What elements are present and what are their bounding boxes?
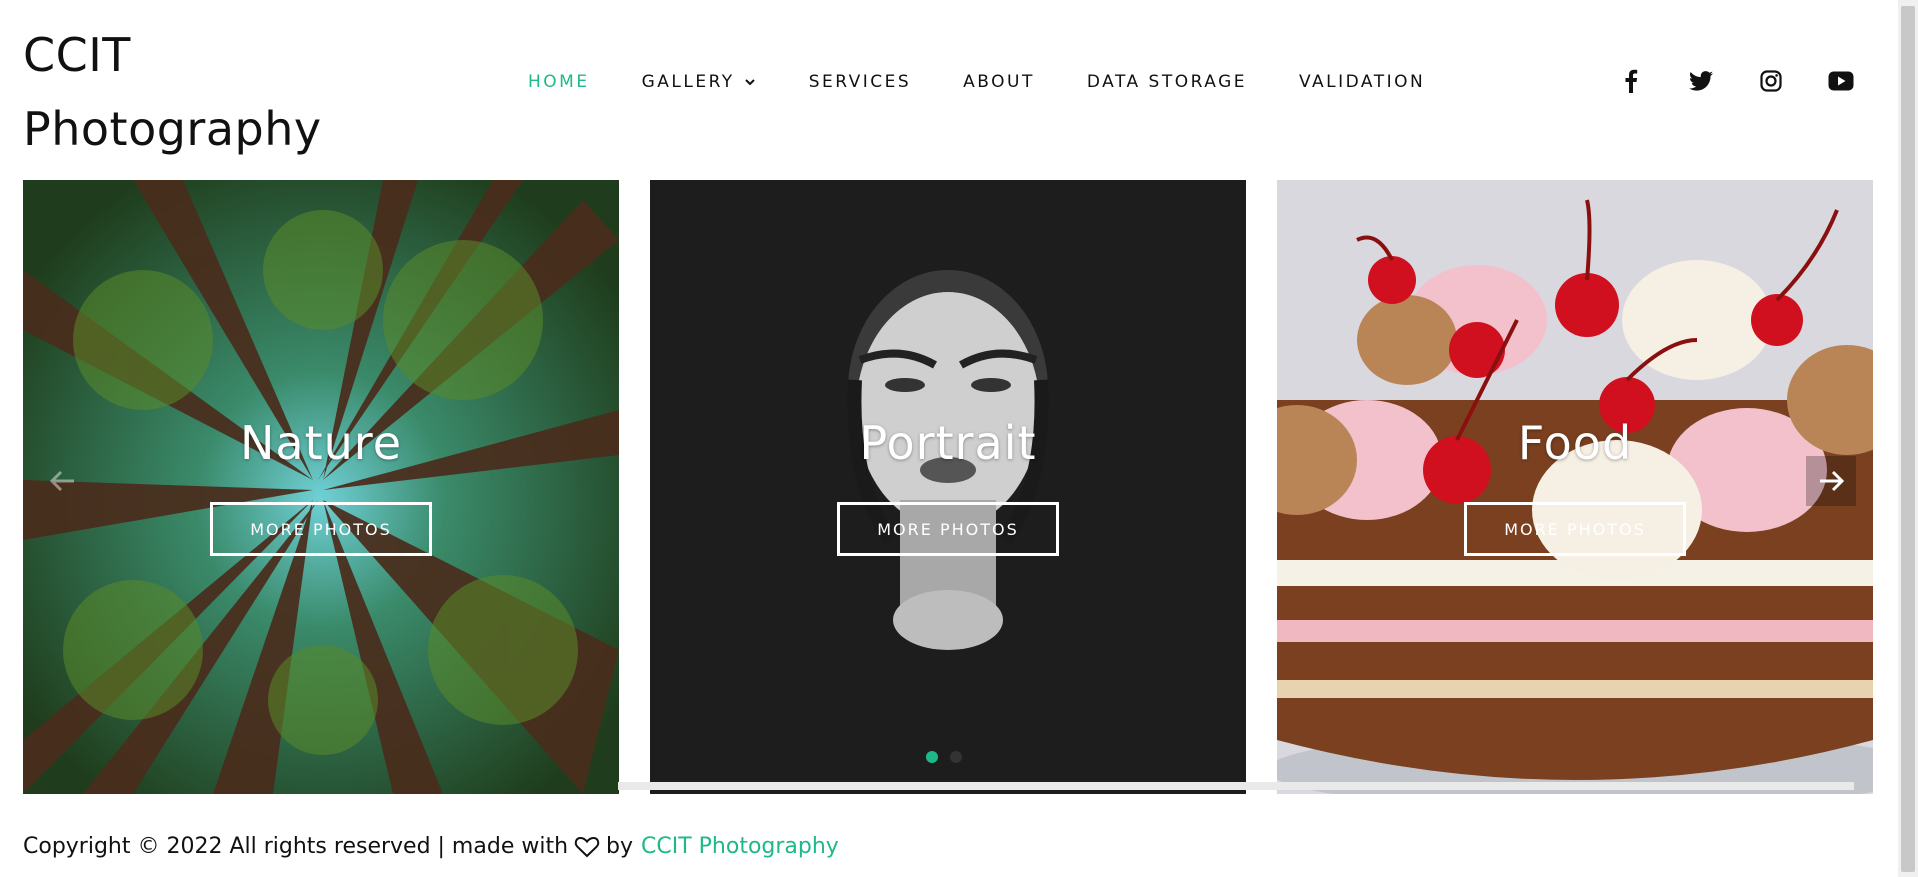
carousel-prev-button[interactable] [38, 456, 88, 506]
footer-brand-link[interactable]: CCIT Photography [641, 834, 839, 859]
instagram-icon[interactable] [1756, 66, 1786, 96]
more-photos-button[interactable]: MORE PHOTOS [210, 502, 432, 556]
carousel-dots [926, 751, 974, 763]
facebook-icon[interactable] [1616, 66, 1646, 96]
carousel-dot-2[interactable] [950, 751, 962, 763]
more-photos-button[interactable]: MORE PHOTOS [837, 502, 1059, 556]
brand-line-1: CCIT [23, 28, 131, 82]
copyright-text: Copyright © 2022 All rights reserved | m… [23, 834, 569, 859]
main-nav: HOME GALLERY SERVICES ABOUT DATA STORAGE… [528, 70, 1477, 94]
nav-services[interactable]: SERVICES [809, 72, 911, 92]
more-photos-button[interactable]: MORE PHOTOS [1464, 502, 1686, 556]
nav-about[interactable]: ABOUT [963, 72, 1035, 92]
heart-icon [574, 836, 600, 858]
footer-by: by [606, 834, 633, 859]
arrow-left-icon [50, 470, 74, 492]
nav-gallery[interactable]: GALLERY [642, 72, 757, 92]
footer: Copyright © 2022 All rights reserved | m… [23, 834, 839, 859]
gallery-card-nature[interactable]: Nature MORE PHOTOS [23, 180, 619, 794]
portrait-image [650, 180, 1246, 794]
gallery-card-food[interactable]: Food MORE PHOTOS [1277, 180, 1873, 794]
carousel-dot-1[interactable] [926, 751, 938, 763]
gallery-carousel: Nature MORE PHOTOS Portrait MORE PHOTOS [23, 180, 1873, 794]
card-title: Food [1517, 416, 1633, 470]
nav-gallery-label: GALLERY [641, 72, 735, 92]
scrollbar-thumb[interactable] [1901, 6, 1915, 872]
youtube-icon[interactable] [1826, 66, 1856, 96]
brand-line-2: Photography [23, 102, 322, 156]
carousel-progress-track [618, 782, 1854, 790]
nav-validation[interactable]: VALIDATION [1299, 72, 1425, 92]
card-title: Nature [240, 416, 402, 470]
nature-image [23, 180, 619, 794]
arrow-right-icon [1820, 470, 1844, 492]
carousel-next-button[interactable] [1806, 456, 1856, 506]
nav-home[interactable]: HOME [528, 72, 590, 92]
food-image [1277, 180, 1873, 794]
chevron-down-icon [744, 79, 755, 86]
twitter-icon[interactable] [1686, 66, 1716, 96]
nav-data-storage[interactable]: DATA STORAGE [1087, 72, 1247, 92]
page-scrollbar[interactable] [1898, 0, 1918, 877]
social-links [1616, 66, 1856, 96]
gallery-card-portrait[interactable]: Portrait MORE PHOTOS [650, 180, 1246, 794]
card-title: Portrait [859, 416, 1037, 470]
site-logo[interactable]: CCIT Photography [23, 18, 322, 166]
